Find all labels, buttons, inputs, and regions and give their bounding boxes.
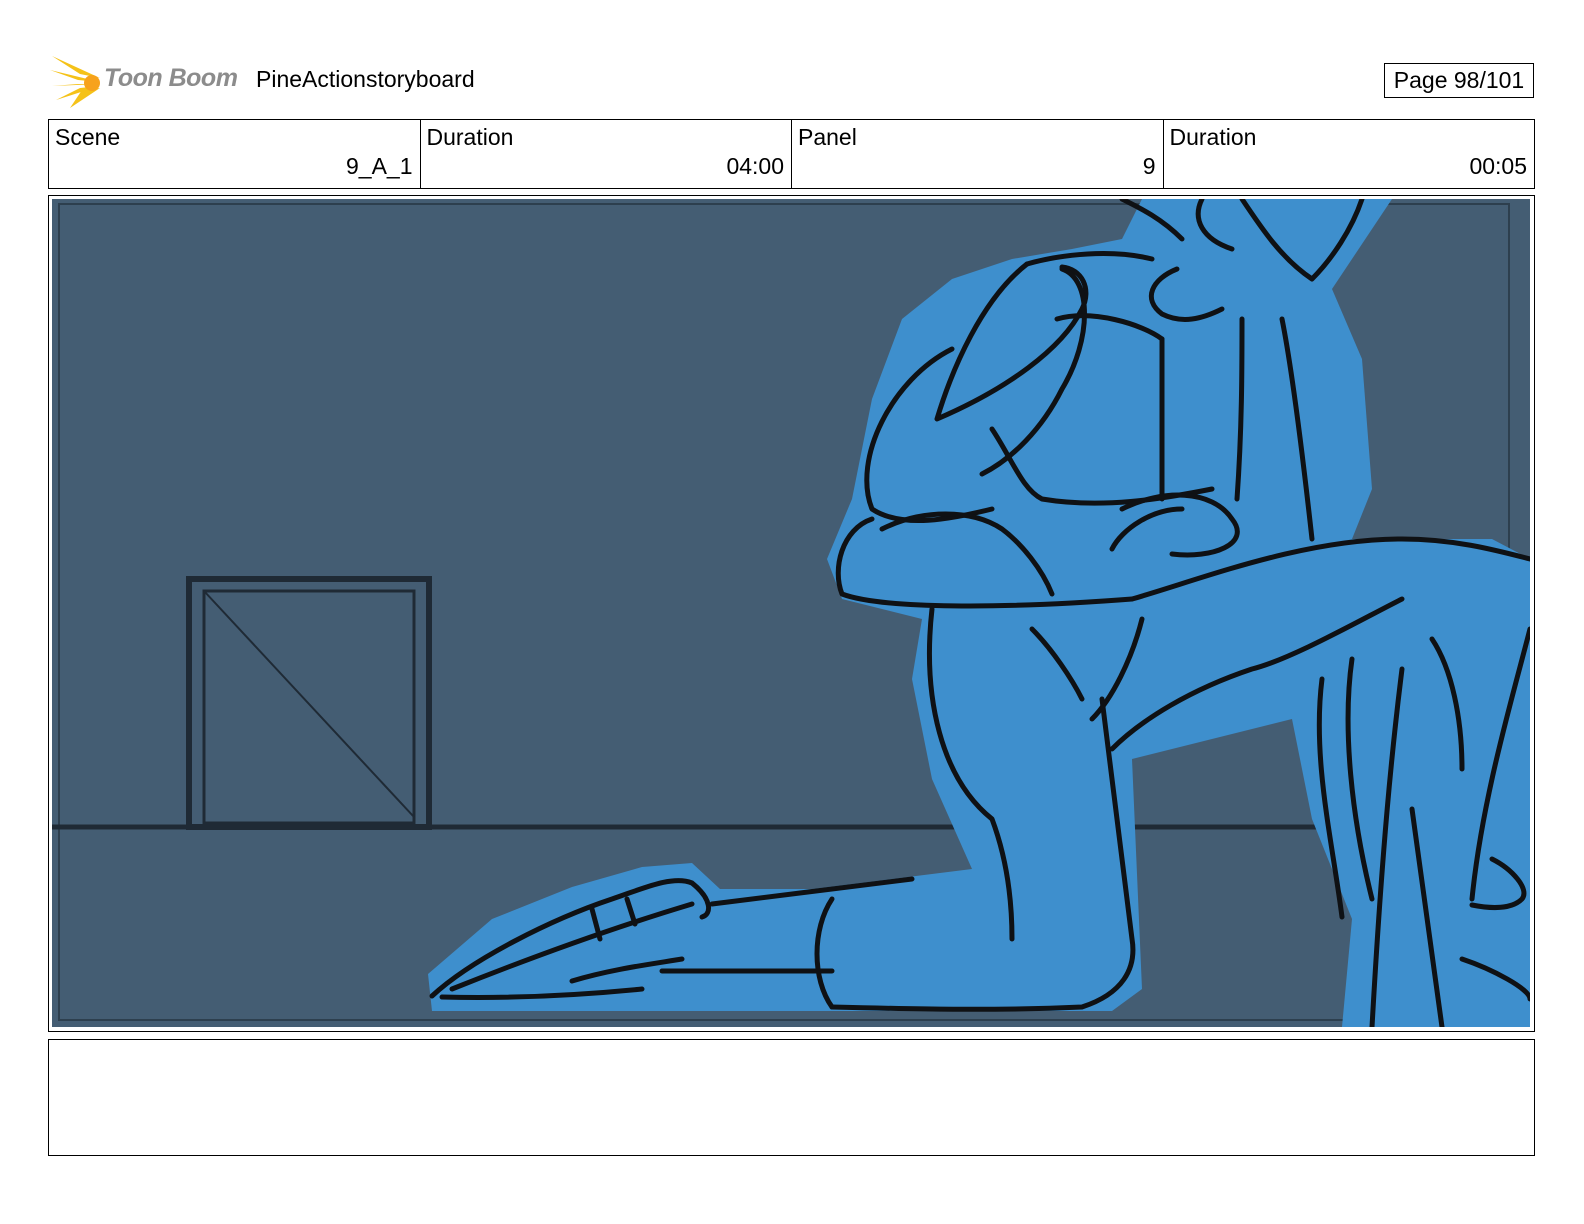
storyboard-panel-image (52, 199, 1530, 1027)
starburst-logo-icon (50, 56, 100, 108)
panel-duration-value: 00:05 (1469, 153, 1527, 179)
scene-value: 9_A_1 (345, 153, 413, 179)
project-title: PineActionstoryboard (256, 66, 475, 92)
panel-label: Panel (798, 124, 857, 150)
scene-label: Scene (55, 124, 121, 150)
panel-duration-label: Duration (1169, 124, 1257, 150)
scene-duration-cell: Duration 04:00 (421, 120, 792, 188)
logo-wordmark: Toon Boom (104, 64, 238, 92)
scene-cell: Scene 9_A_1 (49, 120, 421, 188)
toon-boom-logo: Toon Boom (50, 52, 250, 108)
panel-value: 9 (1142, 153, 1156, 179)
scene-duration-value: 04:00 (726, 153, 784, 179)
scene-duration-label: Duration (426, 124, 514, 150)
panel-notes-box (48, 1039, 1535, 1156)
panel-frame (48, 195, 1535, 1032)
panel-cell: Panel 9 (792, 120, 1164, 188)
scene-info-table: Scene 9_A_1 Duration 04:00 Panel 9 Durat… (48, 119, 1535, 189)
panel-duration-cell: Duration 00:05 (1164, 120, 1535, 188)
page-number: Page 98/101 (1384, 63, 1534, 98)
